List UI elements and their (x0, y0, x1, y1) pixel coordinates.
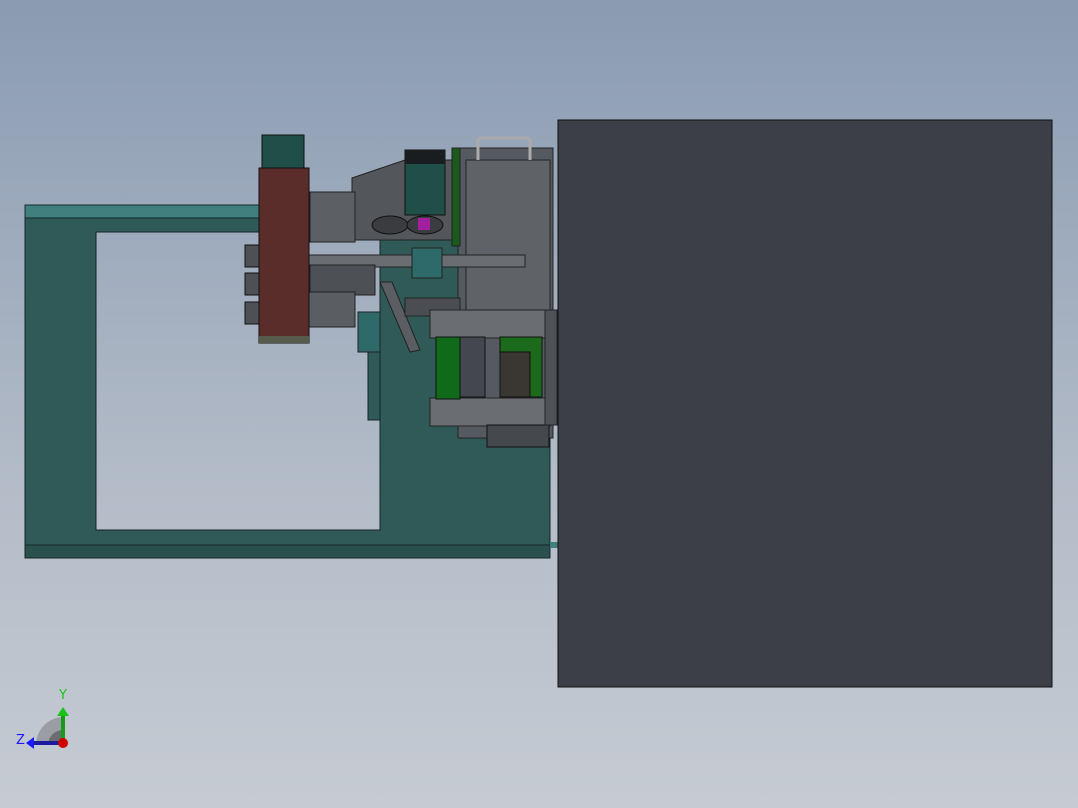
cad-viewport[interactable]: Y Z (0, 0, 1078, 808)
enclosure-cover[interactable] (557, 119, 1053, 688)
z-axis-label: Z (16, 733, 25, 748)
y-axis-label: Y (58, 688, 67, 703)
vertical-slide-plate[interactable] (244, 134, 310, 344)
x-axis-dot (58, 738, 68, 748)
orientation-triad[interactable]: Y Z (16, 688, 69, 749)
